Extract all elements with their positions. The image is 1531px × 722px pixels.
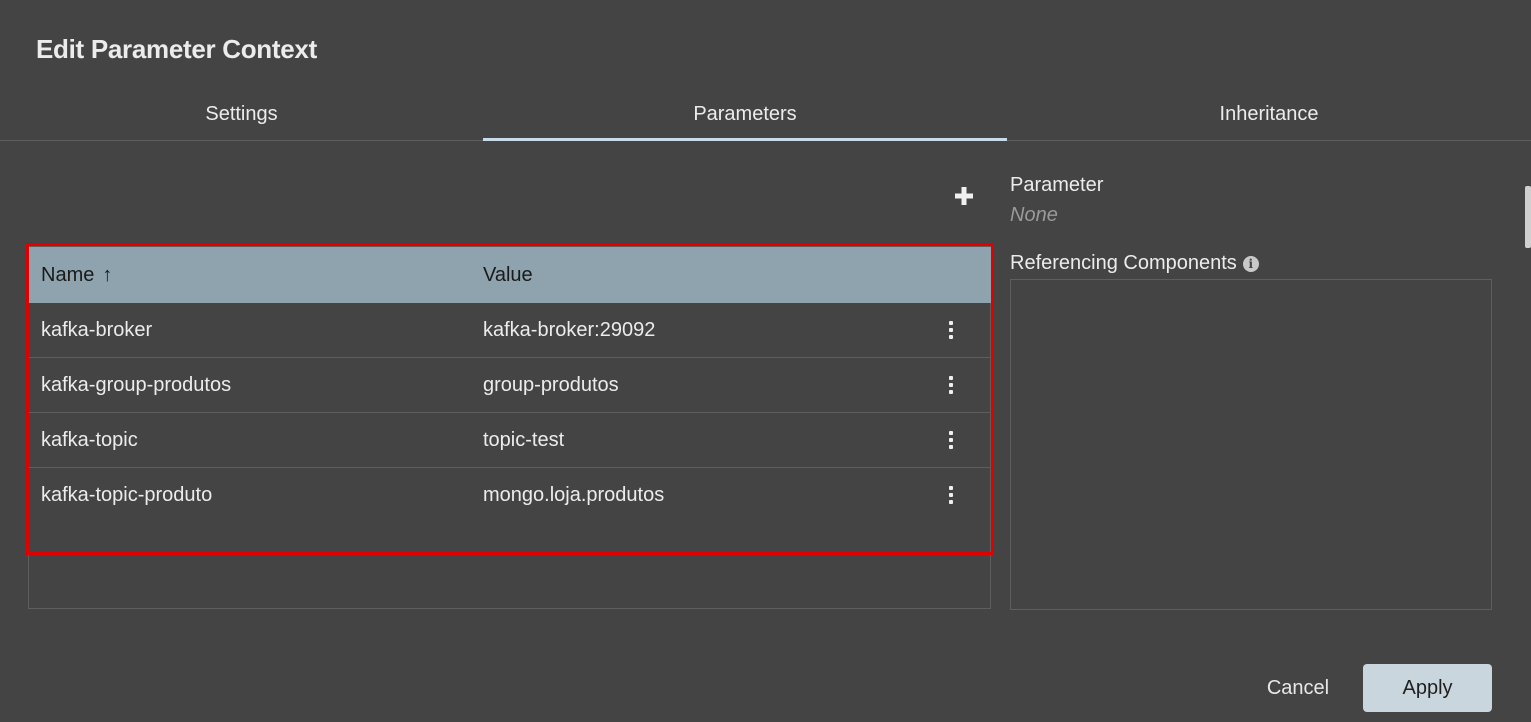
plus-icon: [955, 187, 973, 205]
parameter-name: kafka-topic-produto: [41, 484, 213, 506]
add-parameter-button[interactable]: [950, 182, 978, 210]
parameter-name: kafka-group-produtos: [41, 374, 232, 396]
edit-parameter-context-dialog: Edit Parameter Context Settings Paramete…: [0, 0, 1531, 722]
column-header-name[interactable]: Name ↑: [41, 247, 112, 303]
row-menu-icon[interactable]: [941, 427, 961, 453]
apply-button[interactable]: Apply: [1363, 664, 1492, 712]
tab-settings[interactable]: Settings: [0, 88, 483, 140]
tab-bar: Settings Parameters Inheritance: [0, 88, 1531, 141]
row-menu-icon[interactable]: [941, 317, 961, 343]
cancel-button[interactable]: Cancel: [1252, 664, 1344, 712]
table-header: Name ↑ Value: [29, 247, 991, 303]
column-header-value-label: Value: [483, 263, 533, 286]
tab-inheritance[interactable]: Inheritance: [1007, 88, 1531, 140]
column-header-value[interactable]: Value: [483, 247, 533, 303]
parameter-value: group-produtos: [483, 374, 619, 396]
referencing-components-heading: Referencing Components i: [1010, 252, 1259, 275]
table-row[interactable]: kafka-group-produtos group-produtos: [29, 358, 991, 413]
parameter-label: Parameter: [1010, 174, 1104, 196]
referencing-components-label: Referencing Components: [1010, 252, 1237, 274]
referencing-components-list: [1010, 279, 1492, 610]
parameter-value-none: None: [1010, 204, 1058, 226]
scrollbar[interactable]: [1525, 186, 1531, 248]
parameter-name: kafka-broker: [41, 319, 153, 341]
dialog-title: Edit Parameter Context: [36, 34, 317, 64]
table-row[interactable]: kafka-topic-produto mongo.loja.produtos: [29, 468, 991, 523]
row-menu-icon[interactable]: [941, 482, 961, 508]
column-header-name-label: Name: [41, 263, 95, 286]
info-icon[interactable]: i: [1242, 256, 1259, 272]
table-row[interactable]: kafka-topic topic-test: [29, 413, 991, 468]
table-row[interactable]: kafka-broker kafka-broker:29092: [29, 303, 991, 358]
parameter-value: mongo.loja.produtos: [483, 484, 665, 506]
parameter-value: topic-test: [483, 429, 565, 451]
row-menu-icon[interactable]: [941, 372, 961, 398]
tab-parameters[interactable]: Parameters: [483, 88, 1007, 141]
parameter-name: kafka-topic: [41, 429, 138, 451]
parameter-value: kafka-broker:29092: [483, 319, 656, 341]
sort-ascending-icon: ↑: [102, 263, 113, 286]
